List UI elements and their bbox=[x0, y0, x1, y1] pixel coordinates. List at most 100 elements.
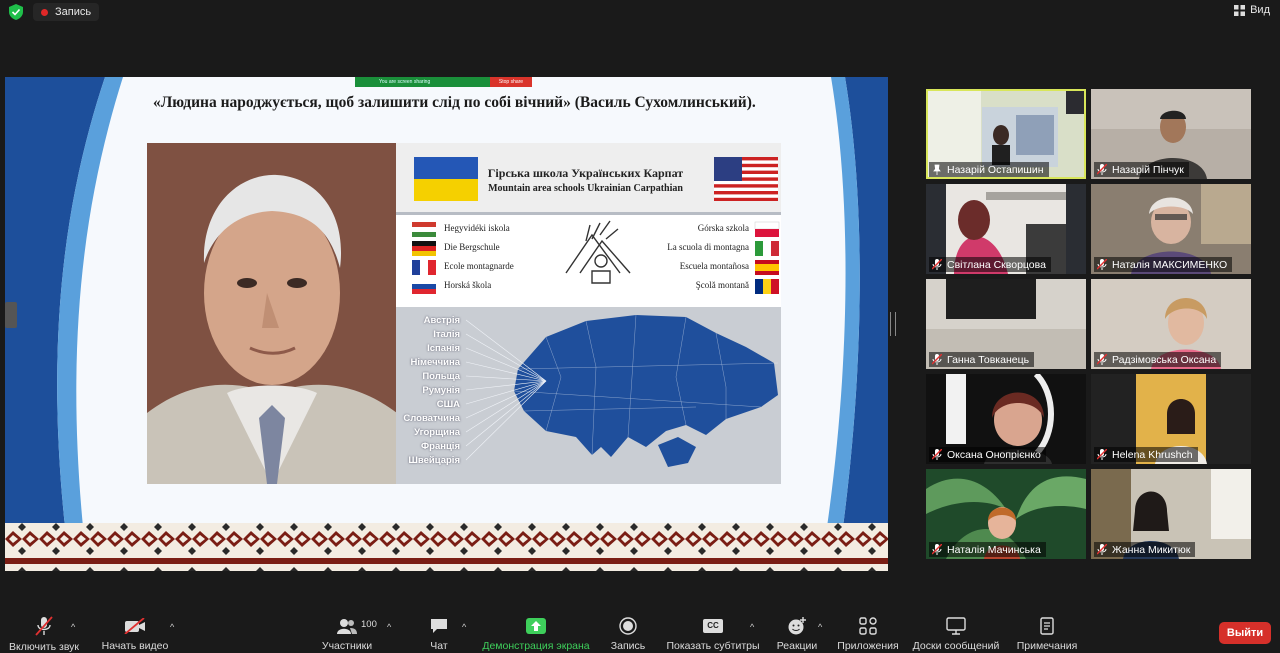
audio-options-chevron-icon[interactable]: ^ bbox=[71, 622, 75, 632]
school-name-hungarian: Hegyvidéki iskola bbox=[444, 223, 510, 233]
apps-label: Приложения bbox=[837, 640, 899, 652]
country-label: Франція bbox=[421, 441, 460, 452]
view-label: Вид bbox=[1250, 4, 1270, 16]
whiteboards-label: Доски сообщений bbox=[912, 640, 1000, 652]
video-tile[interactable]: Наталія МАКСИМЕНКО bbox=[1091, 184, 1251, 274]
share-screen-button[interactable]: Демонстрация экрана bbox=[480, 610, 592, 652]
participant-name: Наталія МАКСИМЕНКО bbox=[1112, 258, 1228, 271]
mic-off-icon bbox=[932, 354, 942, 365]
mic-muted-icon bbox=[35, 616, 53, 636]
record-label: Запись bbox=[610, 640, 646, 652]
reactions-button[interactable]: Реакции bbox=[774, 610, 820, 652]
video-tile[interactable]: Оксана Онопрієнко bbox=[926, 374, 1086, 464]
participant-name: Назарій Остапишин bbox=[947, 163, 1044, 176]
meeting-toolbar: Включить звук ^ Начать видео ^ Участники… bbox=[0, 610, 1280, 653]
country-label: Австрія bbox=[423, 315, 460, 326]
reactions-options-chevron-icon[interactable]: ^ bbox=[818, 622, 822, 632]
school-name-german: Die Bergschule bbox=[444, 242, 500, 252]
country-label: США bbox=[436, 399, 460, 410]
participant-name-tag: Оксана Онопрієнко bbox=[929, 447, 1046, 462]
country-label: Іспанія bbox=[427, 343, 460, 354]
security-shield-icon[interactable] bbox=[9, 4, 23, 20]
participant-name-tag: Назарій Пінчук bbox=[1094, 162, 1189, 177]
participants-options-chevron-icon[interactable]: ^ bbox=[387, 622, 391, 632]
school-name-romanian: Şcolă montană bbox=[695, 280, 749, 290]
video-tile[interactable]: Радзімовська Оксана bbox=[1091, 279, 1251, 369]
participant-name: Ганна Товканець bbox=[947, 353, 1030, 366]
participant-name: Радзімовська Оксана bbox=[1112, 353, 1217, 366]
mic-off-icon bbox=[1097, 259, 1107, 270]
screen-sharing-bar[interactable]: You are screen sharing Stop share bbox=[355, 77, 532, 87]
whiteboards-button[interactable]: Доски сообщений bbox=[910, 610, 1002, 652]
stop-share-button[interactable]: Stop share bbox=[490, 77, 532, 87]
apps-icon bbox=[859, 616, 877, 635]
participant-name: Жанна Микитюк bbox=[1112, 543, 1191, 556]
mic-off-icon bbox=[932, 544, 942, 555]
country-label: Італія bbox=[433, 329, 460, 340]
notes-button[interactable]: Примечания bbox=[1014, 610, 1080, 652]
participants-icon bbox=[337, 618, 357, 634]
side-panel-handle[interactable] bbox=[5, 302, 17, 328]
participants-button[interactable]: Участники bbox=[318, 610, 376, 652]
participant-name: Оксана Онопрієнко bbox=[947, 448, 1041, 461]
participant-name-tag: Наталія МАКСИМЕНКО bbox=[1094, 257, 1233, 272]
shared-screen[interactable]: You are screen sharing Stop share «Людин… bbox=[5, 77, 888, 571]
top-bar: Запись Вид bbox=[0, 0, 1280, 24]
apps-button[interactable]: Приложения bbox=[836, 610, 900, 652]
participant-name-tag: Світлана Скворцова bbox=[929, 257, 1051, 272]
video-tile[interactable]: Наталія Мачинська bbox=[926, 469, 1086, 559]
record-icon bbox=[619, 616, 637, 635]
recording-dot-icon bbox=[41, 8, 48, 16]
video-off-icon bbox=[124, 617, 145, 634]
participants-label: Участники bbox=[321, 640, 373, 652]
whiteboard-icon bbox=[946, 616, 966, 635]
participant-name-tag: Наталія Мачинська bbox=[929, 542, 1046, 557]
country-label: Польща bbox=[422, 371, 460, 382]
participant-name-tag: Helena Khrushch bbox=[1094, 447, 1198, 462]
video-options-chevron-icon[interactable]: ^ bbox=[170, 622, 174, 632]
country-label: Німеччина bbox=[410, 357, 460, 368]
participant-name: Helena Khrushch bbox=[1112, 448, 1193, 461]
chat-options-chevron-icon[interactable]: ^ bbox=[462, 622, 466, 632]
notes-icon bbox=[1040, 616, 1054, 635]
participant-name-tag: Ганна Товканець bbox=[929, 352, 1035, 367]
mic-off-icon bbox=[1097, 354, 1107, 365]
start-video-button[interactable]: Начать видео bbox=[100, 610, 170, 652]
splitter-handle[interactable] bbox=[890, 312, 896, 336]
video-tile[interactable]: Назарій Остапишин bbox=[926, 89, 1086, 179]
record-button[interactable]: Запись bbox=[604, 610, 652, 652]
leave-button[interactable]: Выйти bbox=[1219, 622, 1271, 644]
unmute-label: Включить звук bbox=[8, 641, 80, 653]
chat-label: Чат bbox=[430, 640, 448, 652]
captions-button[interactable]: CC Показать субтитры bbox=[664, 610, 762, 652]
participant-name: Назарій Пінчук bbox=[1112, 163, 1184, 176]
video-tile[interactable]: Світлана Скворцова bbox=[926, 184, 1086, 274]
mic-off-icon bbox=[1097, 164, 1107, 175]
schools-info-panel: Гірська школа Українських Карпат Mountai… bbox=[396, 143, 781, 484]
share-screen-icon bbox=[526, 617, 546, 634]
recording-label: Запись bbox=[55, 6, 92, 18]
mic-off-icon bbox=[1097, 544, 1107, 555]
video-tile[interactable]: Назарій Пінчук bbox=[1091, 89, 1251, 179]
slide-title-en: Mountain area schools Ukrainian Carpathi… bbox=[488, 183, 683, 194]
mic-off-icon bbox=[1097, 449, 1107, 460]
school-name-italian: La scuola di montagna bbox=[667, 242, 749, 252]
country-label: Угорщина bbox=[414, 427, 460, 438]
video-tile[interactable]: Helena Khrushch bbox=[1091, 374, 1251, 464]
recording-indicator[interactable]: Запись bbox=[33, 3, 100, 21]
video-tile[interactable]: Жанна Микитюк bbox=[1091, 469, 1251, 559]
school-name-polish: Górska szkola bbox=[697, 223, 749, 233]
unmute-button[interactable]: Включить звук bbox=[8, 610, 80, 653]
share-screen-label: Демонстрация экрана bbox=[482, 640, 590, 652]
slide-quote: «Людина народжується, щоб залишити слід … bbox=[153, 94, 756, 111]
video-tile[interactable]: Ганна Товканець bbox=[926, 279, 1086, 369]
view-button[interactable]: Вид bbox=[1234, 4, 1270, 16]
chat-button[interactable]: Чат bbox=[418, 610, 460, 652]
school-name-french: Ecole montagnarde bbox=[444, 261, 514, 271]
country-label: Словатчина bbox=[403, 413, 460, 424]
captions-options-chevron-icon[interactable]: ^ bbox=[750, 622, 754, 632]
captions-icon: CC bbox=[703, 618, 723, 633]
start-video-label: Начать видео bbox=[101, 640, 169, 652]
participant-name: Світлана Скворцова bbox=[947, 258, 1046, 271]
chat-icon bbox=[431, 618, 447, 633]
